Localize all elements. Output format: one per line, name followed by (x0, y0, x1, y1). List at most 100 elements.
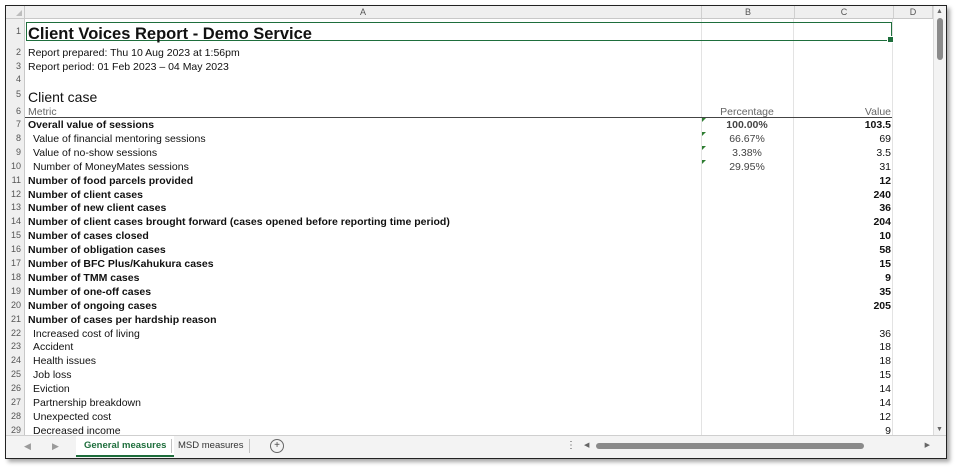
scroll-down-arrow-icon[interactable]: ▼ (936, 426, 943, 434)
percentage-cell[interactable] (701, 299, 793, 313)
percentage-cell[interactable] (701, 271, 793, 285)
value-cell[interactable]: 12 (793, 174, 891, 188)
percentage-cell[interactable] (701, 285, 793, 299)
row-number[interactable]: 21 (6, 313, 24, 326)
row-number[interactable]: 14 (6, 215, 24, 228)
row-number[interactable]: 8 (6, 132, 24, 145)
metric-label[interactable]: Number of ongoing cases (28, 299, 157, 313)
select-all-corner[interactable] (6, 6, 25, 18)
metric-label[interactable]: Health issues (33, 354, 96, 368)
value-cell[interactable]: 36 (793, 201, 891, 215)
report-period[interactable]: Report period: 01 Feb 2023 – 04 May 2023 (28, 60, 229, 74)
metric-label[interactable]: Eviction (33, 382, 70, 396)
percentage-cell[interactable]: 3.38% (701, 146, 793, 160)
row-number[interactable]: 4 (6, 73, 24, 86)
metric-label[interactable]: Number of one-off cases (28, 285, 151, 299)
metric-label[interactable]: Partnership breakdown (33, 396, 141, 410)
value-cell[interactable]: 15 (793, 368, 891, 382)
metric-label[interactable]: Overall value of sessions (28, 118, 154, 132)
scroll-left-arrow-icon[interactable]: ◀ (584, 441, 589, 449)
percentage-cell[interactable] (701, 368, 793, 382)
value-cell[interactable]: 69 (793, 132, 891, 146)
percentage-cell[interactable] (701, 243, 793, 257)
percentage-cell[interactable] (701, 382, 793, 396)
value-cell[interactable]: 35 (793, 285, 891, 299)
percentage-cell[interactable] (701, 327, 793, 341)
percentage-cell[interactable]: 66.67% (701, 132, 793, 146)
more-options-icon[interactable]: ⋮ (566, 440, 576, 451)
value-cell[interactable]: 14 (793, 396, 891, 410)
value-cell[interactable]: 18 (793, 340, 891, 354)
row-number[interactable]: 10 (6, 160, 24, 173)
row-number[interactable]: 27 (6, 396, 24, 409)
value-cell[interactable]: 12 (793, 410, 891, 424)
percentage-cell[interactable] (701, 396, 793, 410)
column-header-c[interactable]: C (795, 6, 894, 18)
scroll-right-arrow-icon[interactable]: ▶ (925, 441, 930, 449)
value-cell[interactable]: 9 (793, 271, 891, 285)
section-title[interactable]: Client case (28, 89, 97, 105)
row-number[interactable]: 5 (6, 88, 24, 101)
percentage-cell[interactable] (701, 215, 793, 229)
percentage-cell[interactable] (701, 313, 793, 327)
percentage-cell[interactable] (701, 188, 793, 202)
metric-label[interactable]: Increased cost of living (33, 327, 140, 341)
value-cell[interactable]: 31 (793, 160, 891, 174)
value-cell[interactable]: 205 (793, 299, 891, 313)
percentage-cell[interactable] (701, 257, 793, 271)
value-cell[interactable]: 3.5 (793, 146, 891, 160)
percentage-cell[interactable] (701, 201, 793, 215)
fill-handle[interactable] (887, 36, 894, 43)
value-cell[interactable]: 10 (793, 229, 891, 243)
percentage-cell[interactable]: 29.95% (701, 160, 793, 174)
row-number[interactable]: 13 (6, 201, 24, 214)
value-cell[interactable]: 15 (793, 257, 891, 271)
metric-label[interactable]: Number of BFC Plus/Kahukura cases (28, 257, 214, 271)
row-number[interactable]: 22 (6, 327, 24, 340)
tab-msd-measures[interactable]: MSD measures (170, 436, 251, 455)
metric-label[interactable]: Number of food parcels provided (28, 174, 193, 188)
value-cell[interactable]: 58 (793, 243, 891, 257)
report-title[interactable]: Client Voices Report - Demo Service (28, 24, 312, 43)
horizontal-scroll-thumb[interactable] (596, 443, 864, 449)
metric-label[interactable]: Job loss (33, 368, 72, 382)
metric-label[interactable]: Number of obligation cases (28, 243, 166, 257)
percentage-cell[interactable] (701, 174, 793, 188)
prev-sheet-icon[interactable]: ◀ (24, 441, 31, 452)
row-number[interactable]: 18 (6, 271, 24, 284)
percentage-cell[interactable] (701, 410, 793, 424)
metric-label[interactable]: Number of MoneyMates sessions (33, 160, 189, 174)
metric-label[interactable]: Value of financial mentoring sessions (33, 132, 206, 146)
row-number[interactable]: 6 (6, 105, 24, 118)
row-number[interactable]: 12 (6, 188, 24, 201)
add-sheet-icon[interactable]: + (270, 439, 284, 453)
percentage-cell[interactable]: 100.00% (701, 118, 793, 132)
row-number[interactable]: 3 (6, 60, 24, 73)
row-number[interactable]: 20 (6, 299, 24, 312)
report-prepared[interactable]: Report prepared: Thu 10 Aug 2023 at 1:56… (28, 46, 240, 60)
next-sheet-icon[interactable]: ▶ (52, 441, 59, 452)
metric-label[interactable]: Accident (33, 340, 73, 354)
metric-label[interactable]: Number of client cases (28, 188, 143, 202)
tab-general-measures[interactable]: General measures (76, 436, 175, 457)
metric-label[interactable]: Number of client cases brought forward (… (28, 215, 450, 229)
percentage-cell[interactable] (701, 340, 793, 354)
value-cell[interactable]: 204 (793, 215, 891, 229)
row-number[interactable]: 26 (6, 382, 24, 395)
row-number[interactable]: 24 (6, 354, 24, 367)
row-number[interactable]: 16 (6, 243, 24, 256)
column-header-d[interactable]: D (894, 6, 933, 18)
metric-label[interactable]: Unexpected cost (33, 410, 111, 424)
row-number[interactable]: 17 (6, 257, 24, 270)
value-cell[interactable]: 36 (793, 327, 891, 341)
horizontal-scrollbar[interactable]: ◀ ▶ (584, 441, 930, 450)
value-cell[interactable]: 240 (793, 188, 891, 202)
row-number[interactable]: 9 (6, 146, 24, 159)
value-cell[interactable] (793, 313, 891, 327)
percentage-cell[interactable] (701, 354, 793, 368)
row-number[interactable]: 23 (6, 340, 24, 353)
vertical-scrollbar[interactable]: ▲ ▼ (933, 6, 946, 436)
row-number[interactable]: 15 (6, 229, 24, 242)
column-header-a[interactable]: A (25, 6, 702, 18)
row-number[interactable]: 7 (6, 118, 24, 131)
